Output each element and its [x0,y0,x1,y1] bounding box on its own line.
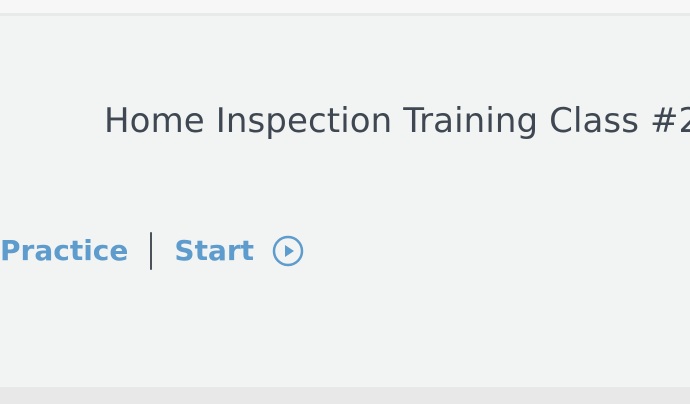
top-strip [0,0,690,13]
start-button[interactable]: Start [174,228,304,274]
play-circle-icon[interactable] [272,235,304,267]
course-title: Home Inspection Training Class #25 [104,101,690,141]
start-label[interactable]: Start [174,228,254,274]
practice-link[interactable]: Practice [0,228,128,274]
course-actions: Practice Start [0,228,304,274]
course-card [0,16,690,387]
actions-separator [150,232,153,270]
bottom-strip [0,387,690,404]
